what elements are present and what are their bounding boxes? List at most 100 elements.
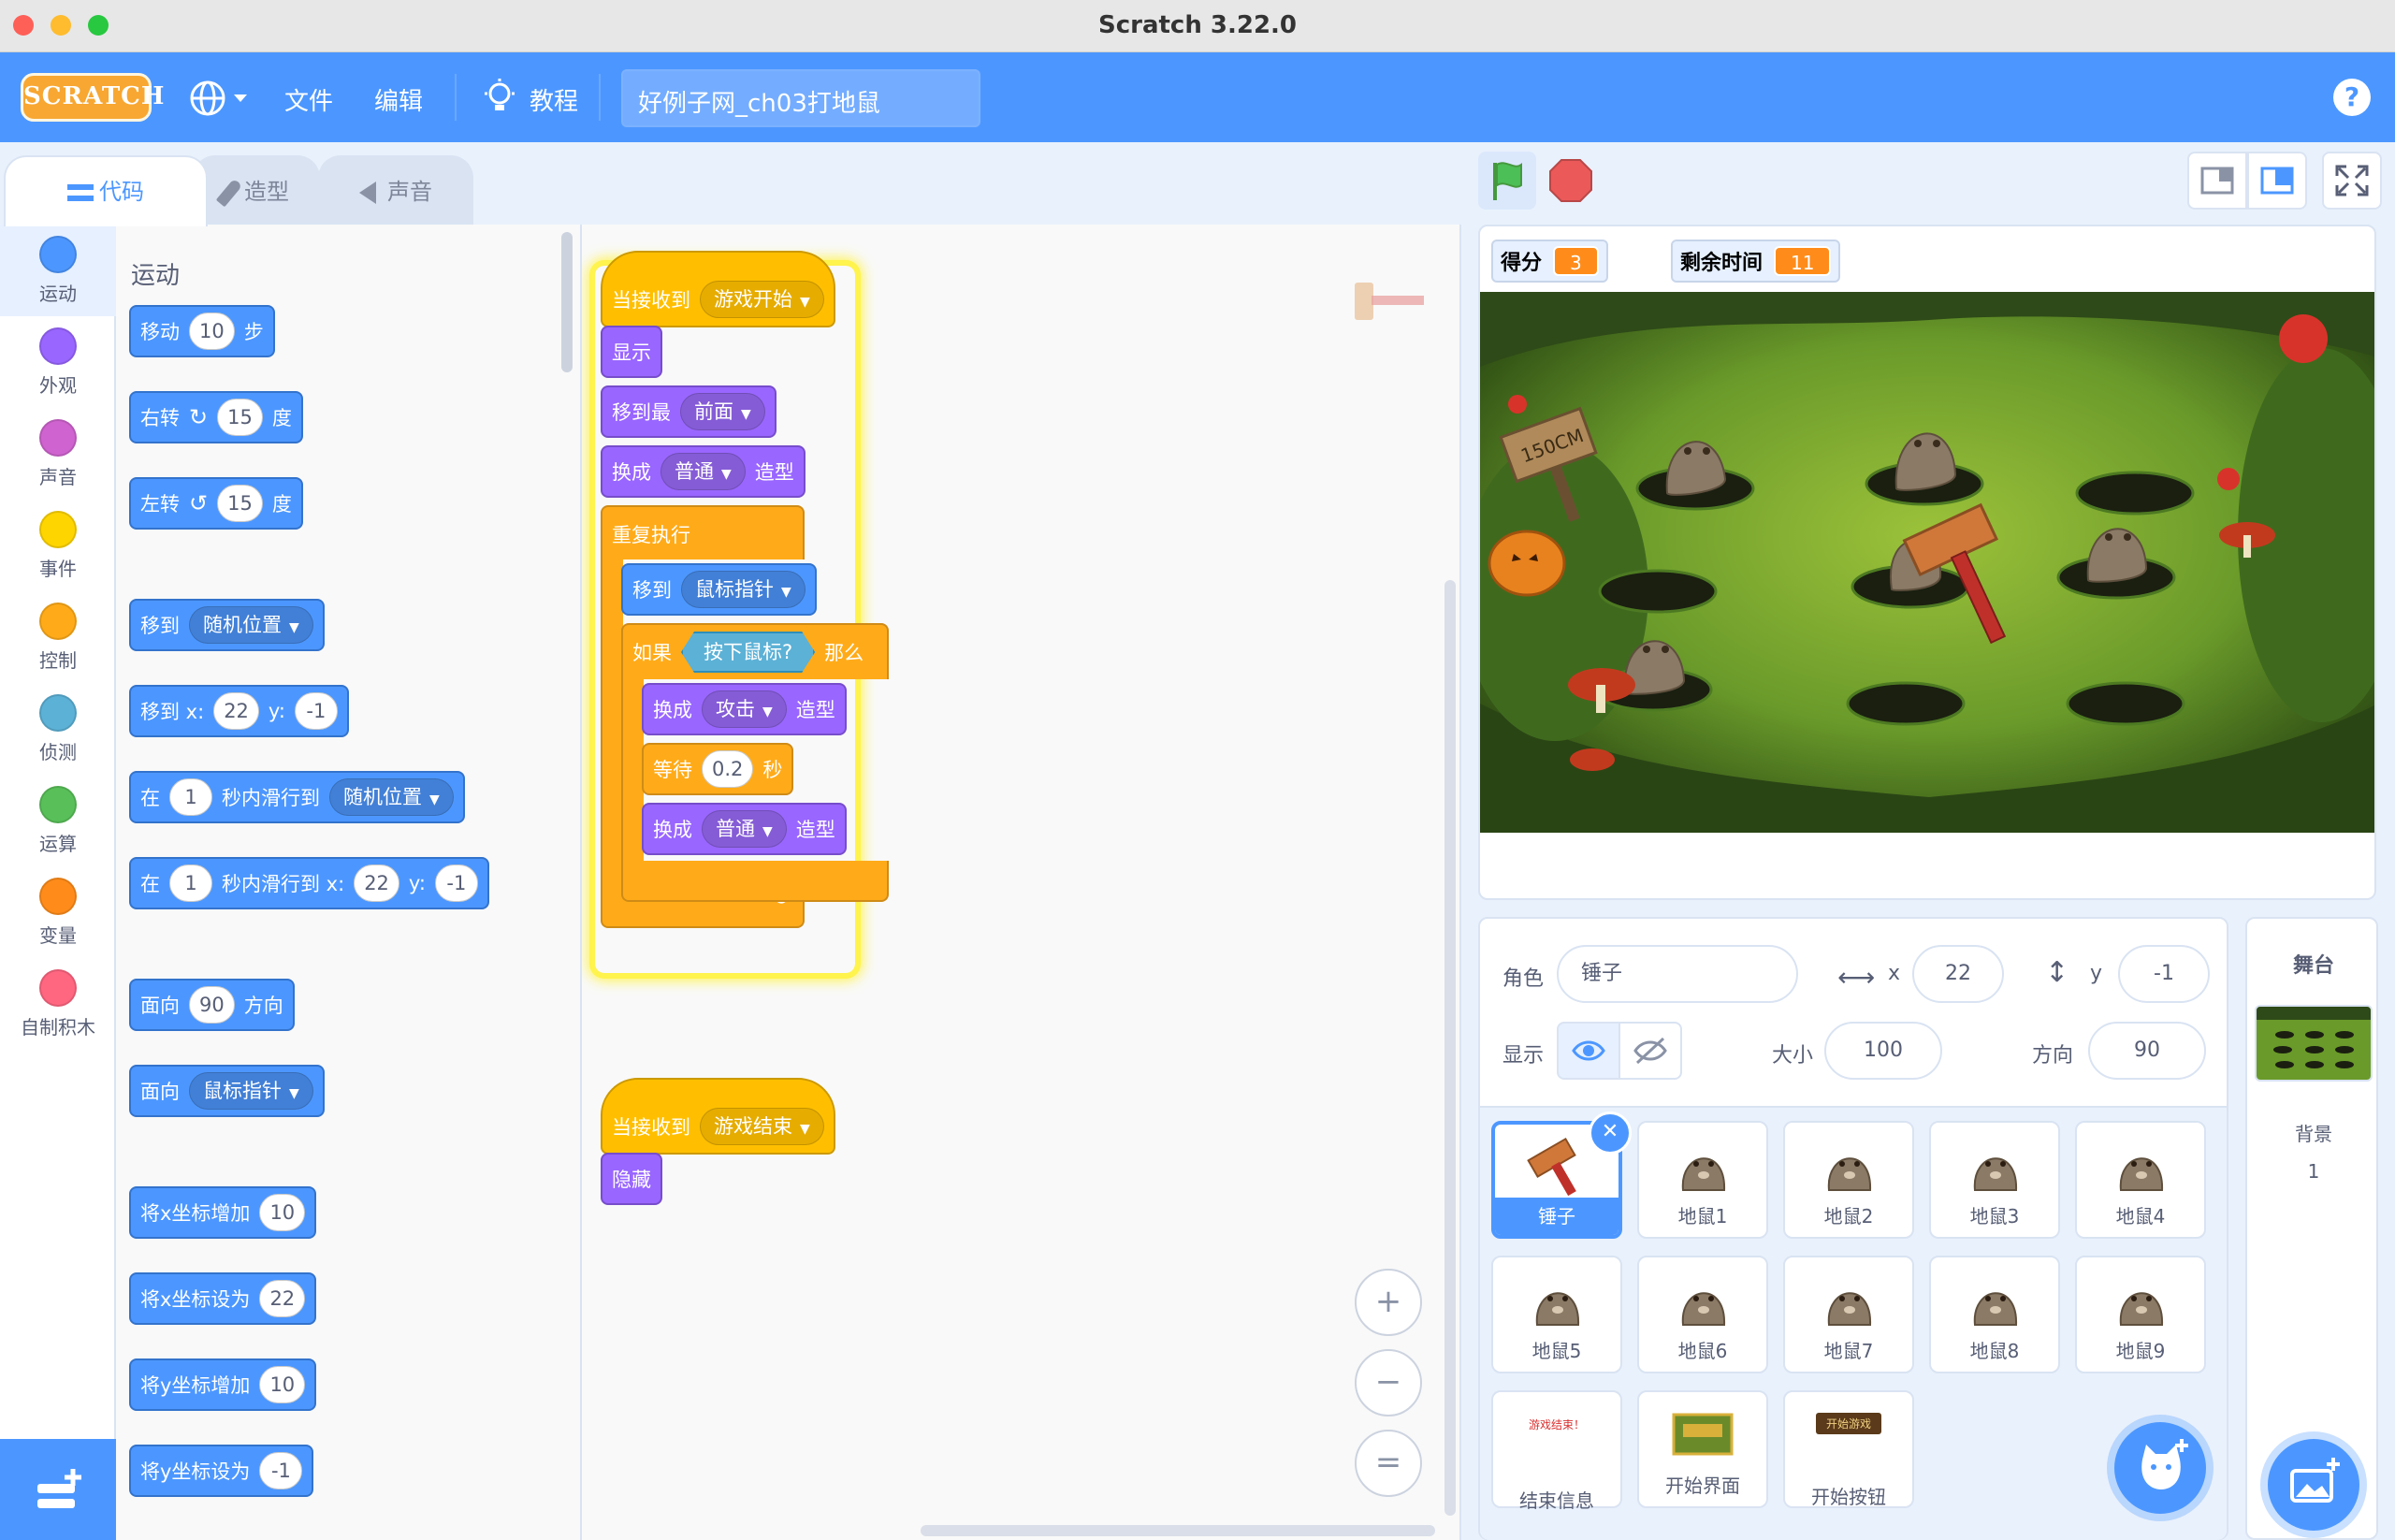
degrees-input[interactable]: 15 <box>217 399 263 436</box>
layer-dropdown[interactable]: 前面 ▼ <box>680 393 765 430</box>
set-x-block[interactable]: 将x坐标设为 22 <box>129 1272 317 1325</box>
seconds-input[interactable]: 1 <box>169 778 212 816</box>
tab-code[interactable]: 代码 <box>4 155 208 226</box>
change-y-input[interactable]: 10 <box>259 1366 306 1403</box>
category-1[interactable]: 运动 <box>0 225 116 316</box>
small-stage-button[interactable] <box>2187 152 2247 210</box>
size-input[interactable]: 100 <box>1824 1022 1942 1080</box>
change-x-block[interactable]: 将x坐标增加 10 <box>129 1186 317 1239</box>
zoom-reset-button[interactable]: = <box>1355 1430 1422 1497</box>
when-receive-hat-block[interactable]: 当接收到 游戏开始 ▼ <box>601 251 835 327</box>
tab-sounds[interactable]: 声音 <box>318 155 473 226</box>
when-receive-hat-block[interactable]: 当接收到 游戏结束 ▼ <box>601 1078 835 1155</box>
category-2[interactable]: 外观 <box>0 316 116 408</box>
sprite-tile[interactable]: 地鼠9 <box>2075 1256 2206 1373</box>
tutorials-menu[interactable]: 教程 <box>530 82 578 117</box>
category-7[interactable]: 运算 <box>0 775 116 866</box>
goto-dropdown[interactable]: 鼠标指针 ▼ <box>681 571 806 608</box>
towards-dropdown[interactable]: 鼠标指针 ▼ <box>189 1072 313 1110</box>
add-backdrop-button[interactable] <box>2268 1439 2359 1531</box>
wait-block[interactable]: 等待 0.2 秒 <box>642 743 794 795</box>
large-stage-button[interactable] <box>2247 152 2307 210</box>
glide-xy-block[interactable]: 在 1 秒内滑行到 x: 22 y: -1 <box>129 857 489 909</box>
horizontal-scrollbar[interactable] <box>921 1525 1435 1536</box>
sprite-tile[interactable]: 游戏结束！ 结束信息 <box>1491 1390 1622 1512</box>
sprite-tile[interactable]: 地鼠7 <box>1783 1256 1914 1373</box>
point-towards-block[interactable]: 面向 鼠标指针 ▼ <box>129 1065 325 1117</box>
script-area[interactable]: 当接收到游戏开始▼ 显示 移到最前面▼ 换成普通▼造型 重复执行 ↻ 移到鼠标指… <box>582 225 1461 1540</box>
sprite-tile[interactable]: 开始界面 <box>1637 1390 1768 1508</box>
zoom-in-button[interactable]: + <box>1355 1269 1422 1336</box>
backdrop-thumbnail[interactable] <box>2255 1005 2373 1082</box>
sprite-tile[interactable]: 地鼠1 <box>1637 1121 1768 1239</box>
sprite-tile[interactable]: 地鼠3 <box>1929 1121 2060 1239</box>
project-title-input[interactable]: 好例子网_ch03打地鼠 <box>621 69 980 127</box>
stage-target-panel[interactable]: 舞台 背景 1 <box>2245 917 2378 1540</box>
green-flag-button[interactable] <box>1478 152 1536 210</box>
sprite-tile[interactable]: 地鼠2 <box>1783 1121 1914 1239</box>
sprite-name-input[interactable]: 锤子 <box>1557 945 1798 1003</box>
set-y-input[interactable]: -1 <box>259 1452 303 1489</box>
x-position-input[interactable]: 22 <box>1912 945 2004 1003</box>
costume-dropdown[interactable]: 普通 ▼ <box>702 810 787 848</box>
sprite-tile[interactable]: 开始游戏 开始按钮 <box>1783 1390 1914 1508</box>
switch-costume-block[interactable]: 换成 攻击 ▼ 造型 <box>642 683 847 735</box>
direction-input[interactable]: 90 <box>189 986 235 1024</box>
goto-dropdown[interactable]: 随机位置 ▼ <box>189 606 313 644</box>
degrees-input[interactable]: 15 <box>217 485 263 522</box>
goto-block[interactable]: 移到 鼠标指针 ▼ <box>621 563 817 616</box>
sprite-tile[interactable]: 锤子 ✕ <box>1491 1111 1632 1239</box>
sprite-tile[interactable]: 地鼠4 <box>2075 1121 2206 1239</box>
mouse-down-reporter[interactable]: 按下鼠标? <box>681 632 815 673</box>
glide-block[interactable]: 在 1 秒内滑行到 随机位置 ▼ <box>129 771 465 823</box>
vertical-scrollbar[interactable] <box>1444 580 1456 1516</box>
goto-xy-block[interactable]: 移到 x: 22 y: -1 <box>129 685 349 737</box>
category-8[interactable]: 变量 <box>0 866 116 958</box>
category-9[interactable]: 自制积木 <box>0 958 116 1050</box>
add-sprite-button[interactable] <box>2114 1422 2206 1514</box>
seconds-input[interactable]: 1 <box>169 864 212 902</box>
delete-sprite-button[interactable]: ✕ <box>1589 1111 1632 1155</box>
point-direction-block[interactable]: 面向 90 方向 <box>129 979 295 1031</box>
fullscreen-button[interactable] <box>2322 152 2382 210</box>
language-menu[interactable] <box>187 77 253 120</box>
set-x-input[interactable]: 22 <box>259 1280 306 1317</box>
move-steps-block[interactable]: 移动 10 步 <box>129 305 275 357</box>
palette-scrollbar[interactable] <box>561 232 573 372</box>
y-input[interactable]: -1 <box>434 864 478 902</box>
set-y-block[interactable]: 将y坐标设为 -1 <box>129 1445 314 1497</box>
category-4[interactable]: 事件 <box>0 500 116 591</box>
scratch-logo[interactable]: SCRATCH <box>21 73 164 122</box>
switch-costume-block[interactable]: 换成 普通 ▼ 造型 <box>601 445 806 498</box>
category-3[interactable]: 声音 <box>0 408 116 500</box>
sprite-tile[interactable]: 地鼠8 <box>1929 1256 2060 1373</box>
zoom-out-button[interactable]: − <box>1355 1349 1422 1417</box>
switch-costume-block[interactable]: 换成 普通 ▼ 造型 <box>642 803 847 855</box>
file-menu[interactable]: 文件 <box>284 82 333 117</box>
show-sprite-button[interactable] <box>1557 1022 1620 1080</box>
hide-block[interactable]: 隐藏 <box>601 1153 662 1205</box>
wait-seconds-input[interactable]: 0.2 <box>702 750 754 788</box>
y-position-input[interactable]: -1 <box>2118 945 2210 1003</box>
category-5[interactable]: 控制 <box>0 591 116 683</box>
tab-costumes[interactable]: 造型 <box>193 155 320 226</box>
sprite-tile[interactable]: 地鼠5 <box>1491 1256 1622 1373</box>
x-input[interactable]: 22 <box>213 692 259 730</box>
sprite-tile[interactable]: 地鼠6 <box>1637 1256 1768 1373</box>
glide-dropdown[interactable]: 随机位置 ▼ <box>329 778 454 816</box>
message-dropdown[interactable]: 游戏结束 ▼ <box>700 1108 824 1145</box>
edit-menu[interactable]: 编辑 <box>374 82 423 117</box>
stop-button[interactable] <box>1547 157 1594 204</box>
stage[interactable]: 得分 3 剩余时间 11 150CM <box>1478 225 2376 900</box>
direction-input[interactable]: 90 <box>2088 1022 2206 1080</box>
extensions-button[interactable] <box>0 1439 116 1540</box>
turn-left-block[interactable]: 左转 ↺ 15 度 <box>129 477 303 530</box>
change-x-input[interactable]: 10 <box>259 1194 306 1231</box>
costume-dropdown[interactable]: 攻击 ▼ <box>702 690 787 728</box>
go-to-front-block[interactable]: 移到最 前面 ▼ <box>601 385 777 438</box>
message-dropdown[interactable]: 游戏开始 ▼ <box>700 281 824 318</box>
change-y-block[interactable]: 将y坐标增加 10 <box>129 1358 317 1411</box>
help-button[interactable]: ? <box>2333 79 2371 116</box>
turn-right-block[interactable]: 右转 ↻ 15 度 <box>129 391 303 443</box>
category-6[interactable]: 侦测 <box>0 683 116 775</box>
